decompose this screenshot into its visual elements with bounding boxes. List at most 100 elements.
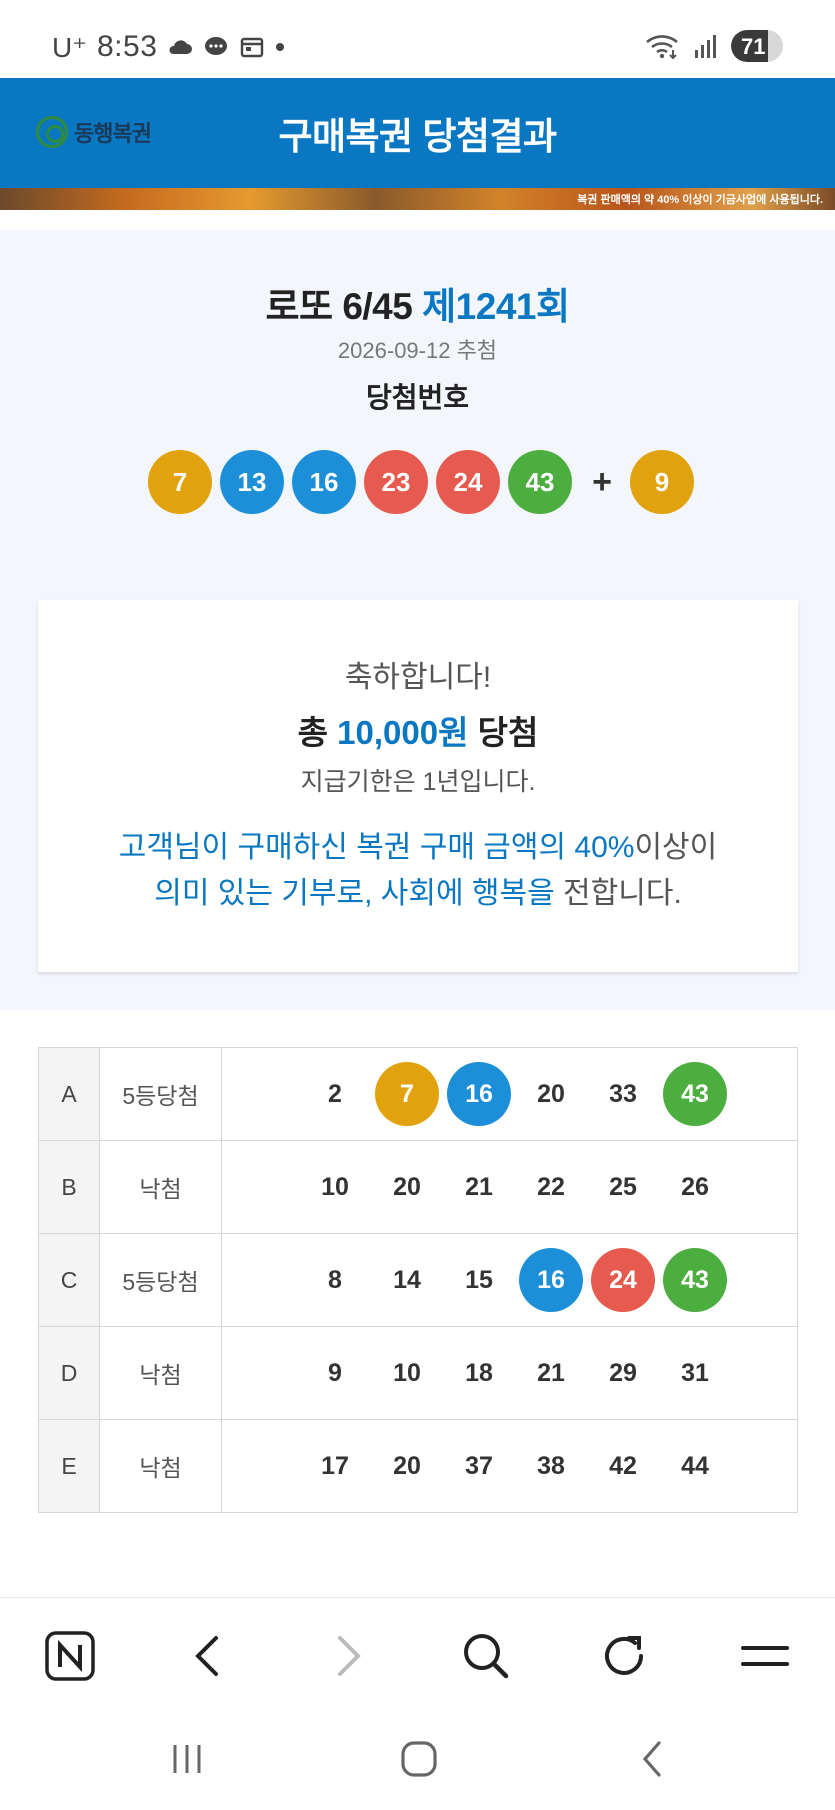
ticket-number: 33 bbox=[609, 1079, 637, 1108]
game-label: A bbox=[38, 1047, 100, 1141]
ticket-number: 21 bbox=[537, 1358, 565, 1387]
ticket-number: 29 bbox=[609, 1358, 637, 1387]
status-right: 71 bbox=[645, 30, 783, 62]
donation-part1: 고객님이 구매하신 복권 구매 금액의 40% bbox=[118, 831, 635, 864]
ticket-numbers: 17 20 37 38 42 44 bbox=[222, 1434, 797, 1498]
total-prize: 총 10,000원 당첨 bbox=[38, 706, 798, 754]
banner: 복권 판매액의 약 40% 이상이 기금사업에 사용됩니다. bbox=[0, 188, 835, 210]
ticket-numbers-cell: 8 14 15 16 24 43 bbox=[221, 1233, 798, 1327]
search-icon[interactable] bbox=[458, 1628, 514, 1684]
winning-numbers-label: 당첨번호 bbox=[365, 382, 470, 413]
ticket-number: 15 bbox=[465, 1265, 493, 1294]
ticket-row: E 낙첨 17 20 37 38 42 44 bbox=[38, 1419, 798, 1513]
donation-part4: 전합니다. bbox=[554, 877, 682, 910]
ticket-number: 37 bbox=[465, 1451, 493, 1480]
rank-label: 낙첨 bbox=[99, 1419, 222, 1513]
winning-ball: 7 bbox=[148, 450, 212, 514]
winning-numbers: 7 13 16 23 24 43 +9 bbox=[148, 450, 702, 514]
game-label: B bbox=[38, 1140, 100, 1234]
ticket-row: A 5등당첨 2 7 16 20 33 43 bbox=[38, 1047, 798, 1141]
naver-n-icon[interactable] bbox=[42, 1628, 98, 1684]
ticket-numbers: 9 10 18 21 29 31 bbox=[222, 1341, 797, 1405]
donation-message: 고객님이 구매하신 복권 구매 금액의 40%이상이 의미 있는 기부로, 사회… bbox=[38, 825, 798, 917]
rank-label: 낙첨 bbox=[99, 1326, 222, 1420]
back-arrow-icon[interactable] bbox=[180, 1628, 236, 1684]
matched-number: 7 bbox=[375, 1062, 439, 1126]
ticket-numbers-cell: 10 20 21 22 25 26 bbox=[221, 1140, 798, 1234]
cloud-icon bbox=[169, 40, 193, 54]
winning-ball: 13 bbox=[220, 450, 284, 514]
draw-result-section: 로또 6/45 제1241회 2026-09-12 추첨 당첨번호 7 13 16 2… bbox=[0, 230, 835, 1010]
round-number: 제1241회 bbox=[422, 286, 570, 327]
browser-toolbar bbox=[0, 1597, 835, 1709]
ticket-numbers: 8 14 15 16 24 43 bbox=[222, 1248, 797, 1312]
banner-text: 복권 판매액의 약 40% 이상이 기금사업에 사용됩니다. bbox=[577, 194, 823, 206]
matched-number: 24 bbox=[591, 1248, 655, 1312]
prize-card: 축하합니다! 총 10,000원 당첨 지급기한은 1년입니다. 고객님이 구매… bbox=[38, 600, 798, 972]
ticket-number: 42 bbox=[609, 1451, 637, 1480]
ticket-number: 10 bbox=[321, 1172, 349, 1201]
refresh-icon[interactable] bbox=[597, 1628, 653, 1684]
home-icon[interactable] bbox=[389, 1737, 449, 1781]
ticket-number: 31 bbox=[681, 1358, 709, 1387]
rank-label: 낙첨 bbox=[99, 1140, 222, 1234]
ticket-number: 20 bbox=[537, 1079, 565, 1108]
ticket-numbers-cell: 9 10 18 21 29 31 bbox=[221, 1326, 798, 1420]
ticket-number: 25 bbox=[609, 1172, 637, 1201]
status-left: U⁺ 8:53 bbox=[52, 30, 285, 64]
ticket-number: 44 bbox=[681, 1451, 709, 1480]
bonus-ball: 9 bbox=[630, 450, 694, 514]
battery-indicator: 71 bbox=[731, 30, 783, 62]
carrier-label: U⁺ bbox=[52, 31, 87, 63]
ticket-number: 10 bbox=[393, 1358, 421, 1387]
matched-number: 43 bbox=[663, 1248, 727, 1312]
ticket-number: 2 bbox=[328, 1079, 342, 1108]
ticket-number: 22 bbox=[537, 1172, 565, 1201]
clock: 8:53 bbox=[97, 30, 158, 63]
game-label: E bbox=[38, 1419, 100, 1513]
draw-date: 2026-09-12 추첨 bbox=[337, 338, 498, 363]
ticket-number: 14 bbox=[393, 1265, 421, 1294]
ticket-table: A 5등당첨 2 7 16 20 33 43 B 낙첨 10 20 21 22 25 26 C 5등당첨 8 14 15… bbox=[38, 1047, 798, 1513]
forward-arrow-icon[interactable] bbox=[320, 1628, 376, 1684]
game-label: C bbox=[38, 1233, 100, 1327]
recent-apps-icon[interactable] bbox=[157, 1737, 217, 1781]
total-prefix: 총 bbox=[297, 714, 328, 751]
ticket-number: 20 bbox=[393, 1172, 421, 1201]
game-name: 로또 6/45 bbox=[265, 286, 413, 327]
ticket-row: B 낙첨 10 20 21 22 25 26 bbox=[38, 1140, 798, 1234]
total-suffix: 당첨 bbox=[477, 714, 539, 751]
menu-icon[interactable] bbox=[737, 1628, 793, 1684]
game-label: D bbox=[38, 1326, 100, 1420]
draw-title: 로또 6/45 제1241회 bbox=[0, 276, 835, 330]
ticket-row: D 낙첨 9 10 18 21 29 31 bbox=[38, 1326, 798, 1420]
ticket-number: 17 bbox=[321, 1451, 349, 1480]
matched-number: 43 bbox=[663, 1062, 727, 1126]
ticket-number: 8 bbox=[328, 1265, 342, 1294]
winning-ball: 24 bbox=[436, 450, 500, 514]
matched-number: 16 bbox=[447, 1062, 511, 1126]
winning-ball: 43 bbox=[508, 450, 572, 514]
donation-part3: 의미 있는 기부로, 사회에 행복을 bbox=[154, 877, 555, 910]
status-bar: U⁺ 8:53 71 bbox=[0, 0, 835, 78]
ticket-number: 38 bbox=[537, 1451, 565, 1480]
winning-ball: 23 bbox=[364, 450, 428, 514]
ticket-number: 26 bbox=[681, 1172, 709, 1201]
page-title: 구매복권 당첨결과 bbox=[278, 116, 557, 157]
ticket-row: C 5등당첨 8 14 15 16 24 43 bbox=[38, 1233, 798, 1327]
back-icon[interactable] bbox=[623, 1737, 683, 1781]
winning-ball: 16 bbox=[292, 450, 356, 514]
dot-icon bbox=[276, 43, 285, 51]
ticket-number: 20 bbox=[393, 1451, 421, 1480]
app-header: 동행복권 구매복권 당첨결과 bbox=[0, 78, 835, 188]
battery-text: 71 bbox=[741, 34, 766, 59]
rank-label: 5등당첨 bbox=[99, 1233, 222, 1327]
ticket-numbers-cell: 17 20 37 38 42 44 bbox=[221, 1419, 798, 1513]
signal-icon bbox=[695, 35, 716, 58]
system-nav-bar bbox=[0, 1709, 835, 1810]
ticket-number: 9 bbox=[328, 1358, 342, 1387]
rank-label: 5등당첨 bbox=[99, 1047, 222, 1141]
congrats-text: 축하합니다! bbox=[344, 661, 492, 694]
total-amount: 10,000원 bbox=[337, 714, 469, 751]
matched-number: 16 bbox=[519, 1248, 583, 1312]
